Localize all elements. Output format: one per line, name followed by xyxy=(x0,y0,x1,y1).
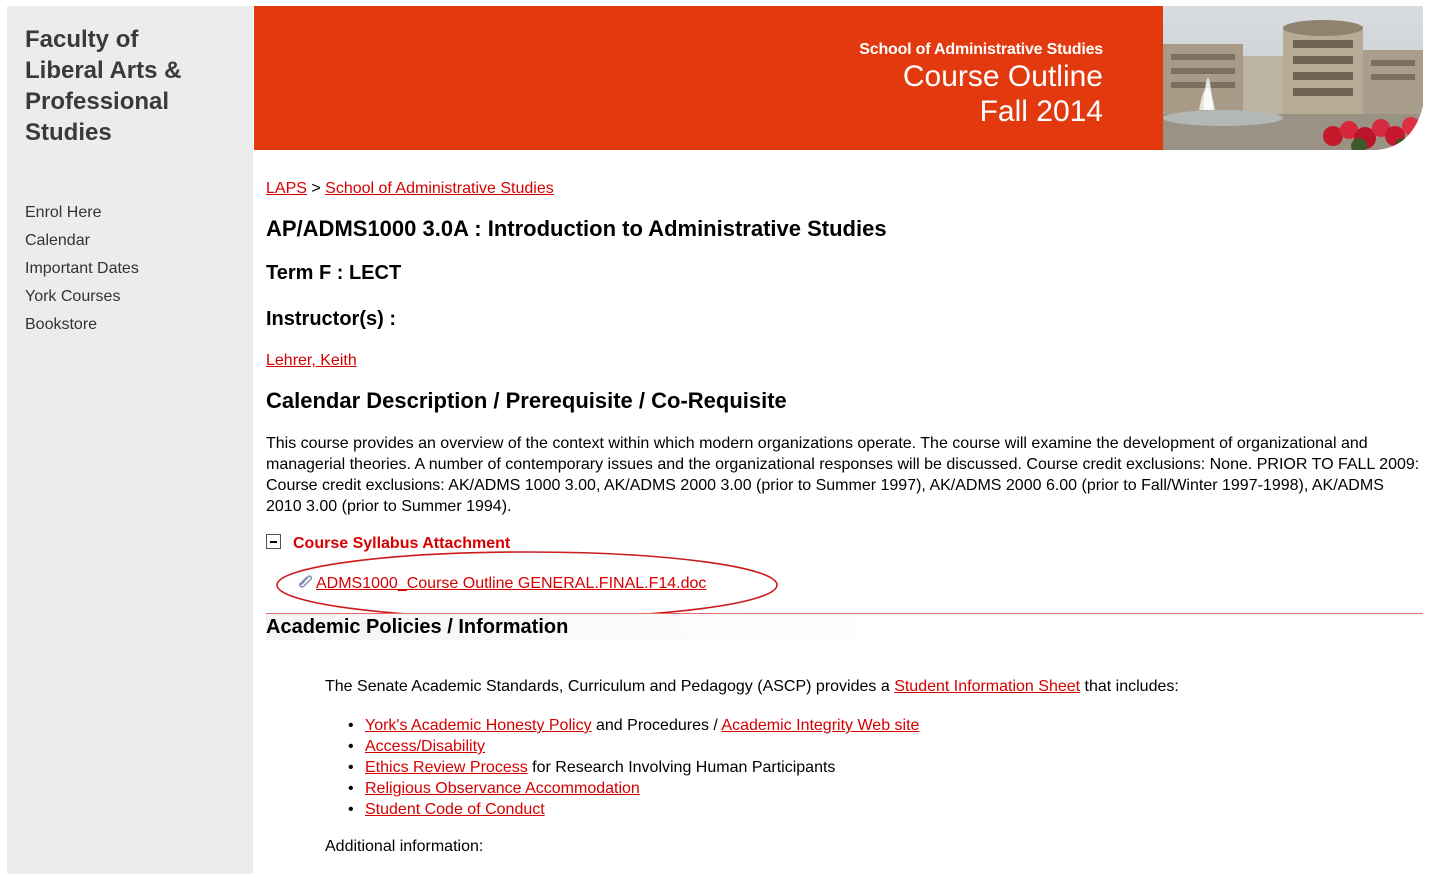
course-term: Term F : LECT xyxy=(266,262,402,284)
course-description: This course provides an overview of the … xyxy=(266,435,1420,515)
sidebar-item-bookstore[interactable]: Bookstore xyxy=(25,311,139,339)
breadcrumb-school-link[interactable]: School of Administrative Studies xyxy=(325,180,554,197)
faculty-title-line: Studies xyxy=(25,119,112,146)
sidebar-item-calendar[interactable]: Calendar xyxy=(25,227,139,255)
access-disability-link[interactable]: Access/Disability xyxy=(365,738,485,755)
student-code-link[interactable]: Student Code of Conduct xyxy=(365,801,545,818)
faculty-title-line: Professional xyxy=(25,88,170,115)
header-school: School of Administrative Studies xyxy=(859,41,1103,58)
academic-honesty-link[interactable]: York's Academic Honesty Policy xyxy=(365,717,592,734)
list-item: Ethics Review Process for Research Invol… xyxy=(348,757,919,778)
breadcrumb-separator: > xyxy=(306,180,326,197)
campus-photo xyxy=(1163,6,1423,150)
religious-observance-link[interactable]: Religious Observance Accommodation xyxy=(365,780,640,797)
senate-intro: The Senate Academic Standards, Curriculu… xyxy=(325,678,1179,696)
header-text: School of Administrative Studies Course … xyxy=(859,40,1103,130)
faculty-title-line: Liberal Arts & xyxy=(25,57,182,84)
header-banner: School of Administrative Studies Course … xyxy=(254,6,1164,150)
sidebar-item-enrol-here[interactable]: Enrol Here xyxy=(25,199,139,227)
syllabus-file-link[interactable]: ADMS1000_Course Outline GENERAL.FINAL.F1… xyxy=(316,575,706,592)
sidebar-nav: Enrol Here Calendar Important Dates York… xyxy=(25,199,139,339)
sidebar: Faculty of Liberal Arts & Professional S… xyxy=(7,6,253,874)
instructors-label: Instructor(s) : xyxy=(266,308,396,330)
senate-intro-tail: that includes: xyxy=(1080,678,1179,695)
list-item: Student Code of Conduct xyxy=(348,799,919,820)
list-item: Religious Observance Accommodation xyxy=(348,778,919,799)
breadcrumb: LAPS > School of Administrative Studies xyxy=(266,180,554,198)
description-heading: Calendar Description / Prerequisite / Co… xyxy=(266,388,787,413)
paperclip-icon xyxy=(298,575,312,588)
list-item-text: and Procedures / xyxy=(591,717,722,734)
additional-info-label: Additional information: xyxy=(325,838,484,855)
instructor-link[interactable]: Lehrer, Keith xyxy=(266,352,357,370)
academic-policies-heading: Academic Policies / Information xyxy=(266,614,886,640)
faculty-title-line: Faculty of xyxy=(25,26,139,53)
faculty-title[interactable]: Faculty of Liberal Arts & Professional S… xyxy=(25,24,181,148)
list-item: York's Academic Honesty Policy and Proce… xyxy=(348,715,919,736)
collapse-toggle-icon[interactable] xyxy=(266,534,281,549)
academic-integrity-link[interactable]: Academic Integrity Web site xyxy=(721,717,919,734)
policy-list: York's Academic Honesty Policy and Proce… xyxy=(348,715,919,820)
list-item-text: for Research Involving Human Participant… xyxy=(527,759,836,776)
header-title: Course Outline xyxy=(902,60,1103,93)
ethics-review-link[interactable]: Ethics Review Process xyxy=(365,759,528,776)
student-info-sheet-link[interactable]: Student Information Sheet xyxy=(894,678,1080,695)
attachment-row: ADMS1000_Course Outline GENERAL.FINAL.F1… xyxy=(298,574,706,593)
breadcrumb-laps-link[interactable]: LAPS xyxy=(266,180,307,197)
senate-intro-text: The Senate Academic Standards, Curriculu… xyxy=(325,678,895,695)
header-term: Fall 2014 xyxy=(979,95,1103,128)
course-title: AP/ADMS1000 3.0A : Introduction to Admin… xyxy=(266,216,887,241)
list-item: Access/Disability xyxy=(348,736,919,757)
sidebar-item-york-courses[interactable]: York Courses xyxy=(25,283,139,311)
syllabus-heading: Course Syllabus Attachment xyxy=(293,535,511,552)
sidebar-item-important-dates[interactable]: Important Dates xyxy=(25,255,139,283)
syllabus-section-header: Course Syllabus Attachment xyxy=(266,534,510,553)
